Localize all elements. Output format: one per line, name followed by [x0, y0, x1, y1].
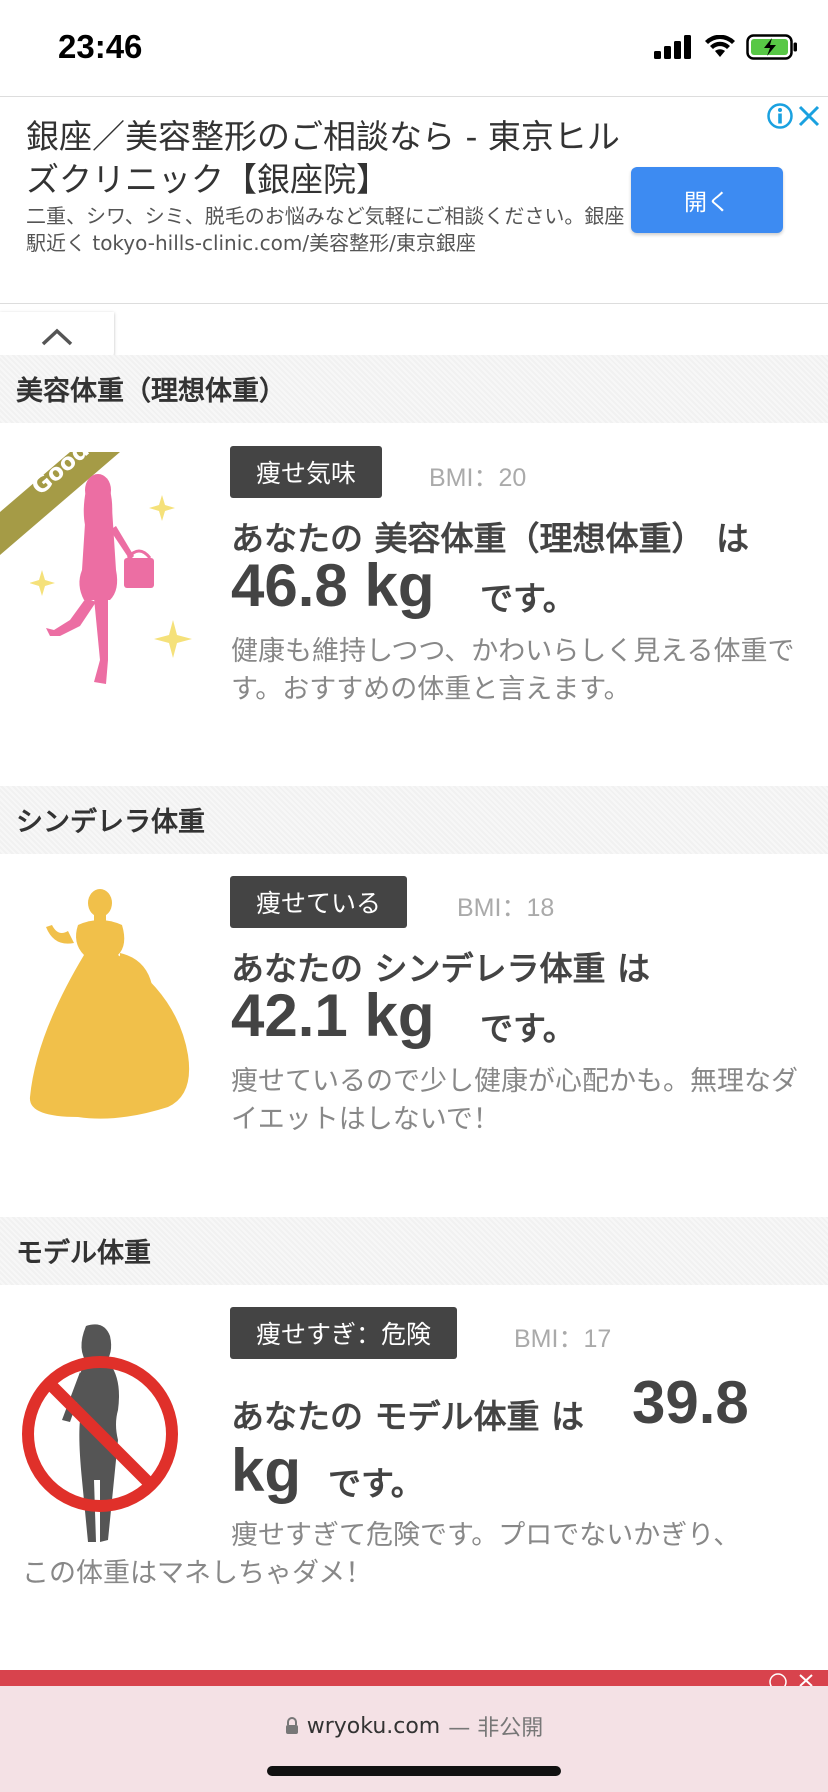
ad-title[interactable]: 銀座／美容整形のご相談なら - 東京ヒルズクリニック【銀座院】 [26, 115, 626, 201]
bmi-value: BMI：17 [514, 1325, 612, 1353]
section-title: モデル体重 [16, 1238, 151, 1269]
battery-icon [746, 34, 797, 60]
status-time: 23:46 [58, 28, 143, 65]
signal-icon [654, 35, 691, 59]
status-badge: 痩せすぎ：危険 [230, 1307, 458, 1359]
woman-figure-icon [29, 460, 205, 694]
ad-close-icon[interactable] [796, 102, 822, 130]
bottom-ad-strip[interactable] [0, 1670, 828, 1686]
url-bar[interactable]: wryoku.com — 非公開 [0, 1710, 828, 1742]
section-title: 美容体重（理想体重） [16, 376, 286, 407]
section-title: シンデレラ体重 [16, 807, 205, 838]
result-suffix: です。 [328, 1464, 424, 1503]
weight-number: 39.8 [632, 1369, 749, 1436]
lock-icon [285, 1717, 298, 1734]
home-indicator[interactable] [267, 1766, 561, 1776]
result-description-line1: 痩せすぎて危険です。プロでないかぎり、 [231, 1520, 741, 1551]
result-line: あなたの モデル体重 は [231, 1397, 584, 1436]
ad-info-icon[interactable] [766, 102, 794, 130]
result-suffix: です。 [480, 579, 576, 618]
bmi-value: BMI：18 [457, 894, 555, 922]
weight-unit: kg [231, 1437, 302, 1504]
section-header-model-weight: モデル体重 [0, 1217, 828, 1285]
ad-banner[interactable]: 銀座／美容整形のご相談なら - 東京ヒルズクリニック【銀座院】 二重、シワ、シミ… [0, 96, 828, 304]
status-icons [654, 34, 798, 60]
prohibited-model-figure-icon [18, 1320, 183, 1554]
ad-open-button[interactable]: 開く [631, 167, 783, 233]
result-description-line2: この体重はマネしちゃダメ！ [22, 1558, 373, 1589]
section-header-cinderella-weight: シンデレラ体重 [0, 786, 828, 854]
result-description: 痩せているので少し健康が心配かも。無理なダイエットはしないで！ [231, 1066, 798, 1135]
status-badge: 痩せている [230, 876, 408, 928]
wifi-icon [705, 35, 735, 57]
status-badge: 痩せ気味 [230, 446, 383, 498]
chevron-up-icon [41, 328, 73, 346]
result-description: 健康も維持しつつ、かわいらしく見える体重です。おすすめの体重と言えます。 [231, 636, 795, 705]
status-bar: 23:46 [0, 0, 828, 96]
weight-value: 46.8 kg [231, 552, 435, 619]
section-header-beauty-weight: 美容体重（理想体重） [0, 355, 828, 423]
url-suffix: — 非公開 [448, 1716, 544, 1741]
ad-description[interactable]: 二重、シワ、シミ、脱毛のお悩みなど気軽にご相談ください。銀座駅近く tokyo-… [26, 203, 626, 257]
bmi-value: BMI：20 [429, 464, 527, 492]
weight-value: 42.1 kg [231, 982, 435, 1049]
bottom-ad-icons[interactable] [766, 1672, 818, 1686]
result-suffix: です。 [480, 1009, 576, 1048]
princess-figure-icon [28, 885, 193, 1129]
url-text[interactable]: wryoku.com [307, 1714, 441, 1739]
